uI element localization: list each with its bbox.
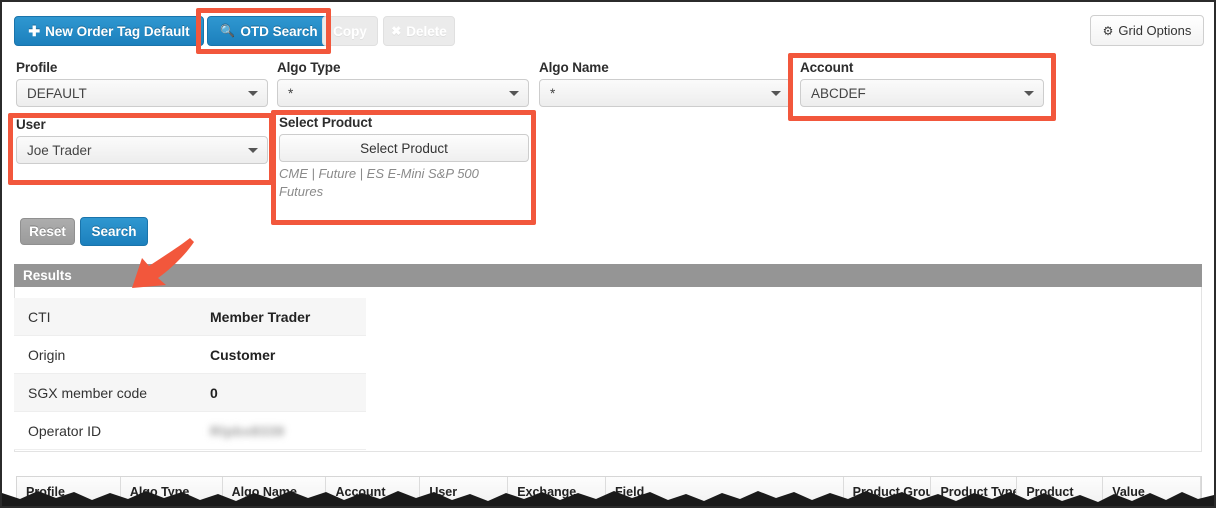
application-window: ✚ New Order Tag Default 🔍 OTD Search Cop…: [0, 0, 1216, 508]
selected-product-text: CME | Future | ES E-Mini S&P 500 Futures: [279, 166, 479, 199]
chevron-down-icon: [248, 91, 258, 96]
delete-button: ✖ Delete: [383, 16, 455, 46]
copy-button: Copy: [322, 16, 378, 46]
result-value: Rlpbx8339: [196, 411, 366, 450]
grid-options-label: Grid Options: [1118, 23, 1192, 38]
result-key: SGX member code: [14, 373, 196, 412]
chevron-down-icon: [771, 91, 781, 96]
copy-label: Copy: [333, 23, 367, 39]
new-order-tag-default-label: New Order Tag Default: [45, 23, 190, 39]
algo-type-select[interactable]: *: [277, 79, 529, 107]
results-table: CTI Member Trader Origin Customer SGX member…: [14, 298, 366, 450]
plus-icon: ✚: [28, 23, 41, 39]
otd-search-label: OTD Search: [240, 23, 318, 39]
otd-search-button[interactable]: 🔍 OTD Search: [207, 16, 331, 46]
toolbar: ✚ New Order Tag Default 🔍 OTD Search Cop…: [2, 2, 1214, 54]
select-product-button-label: Select Product: [360, 140, 448, 156]
table-row: Operator ID Rlpbx8339: [14, 411, 366, 450]
algo-name-value: *: [550, 85, 556, 101]
select-product-button[interactable]: Select Product: [279, 134, 529, 162]
algo-type-value: *: [288, 85, 294, 101]
search-label: Search: [91, 224, 137, 239]
result-key: CTI: [14, 298, 196, 336]
profile-field-group: Profile DEFAULT: [16, 60, 268, 107]
user-value: Joe Trader: [27, 142, 92, 158]
algo-name-field-group: Algo Name *: [539, 60, 791, 107]
algo-name-label: Algo Name: [539, 60, 609, 75]
table-row: CTI Member Trader: [14, 298, 366, 336]
user-select[interactable]: Joe Trader: [16, 136, 268, 164]
chevron-down-icon: [1024, 91, 1034, 96]
result-key: Operator ID: [14, 411, 196, 450]
reset-button[interactable]: Reset: [20, 218, 75, 245]
torn-edge-decoration: [2, 491, 1214, 506]
result-value: 0: [196, 373, 366, 412]
result-value: Member Trader: [196, 298, 366, 336]
result-key: Origin: [14, 335, 196, 374]
account-value: ABCDEF: [811, 85, 866, 101]
results-title: Results: [23, 268, 72, 283]
gear-icon: ⚙: [1102, 23, 1114, 38]
reset-label: Reset: [29, 224, 66, 239]
new-order-tag-default-button[interactable]: ✚ New Order Tag Default: [14, 16, 204, 46]
search-icon: 🔍: [220, 24, 236, 38]
select-product-field-group: Select Product Select Product CME | Futu…: [279, 115, 529, 201]
account-label: Account: [800, 60, 854, 75]
algo-type-label: Algo Type: [277, 60, 341, 75]
select-product-label: Select Product: [279, 115, 373, 130]
times-icon: ✖: [391, 24, 402, 38]
table-row: SGX member code 0: [14, 373, 366, 412]
table-row: Origin Customer: [14, 335, 366, 374]
redacted-value: Rlpbx8339: [210, 422, 285, 439]
algo-name-select[interactable]: *: [539, 79, 791, 107]
account-field-group: Account ABCDEF: [800, 60, 1044, 107]
algo-type-field-group: Algo Type *: [277, 60, 529, 107]
user-field-group: User Joe Trader: [16, 117, 268, 164]
chevron-down-icon: [248, 148, 258, 153]
profile-select[interactable]: DEFAULT: [16, 79, 268, 107]
results-table-body: CTI Member Trader Origin Customer SGX member…: [14, 298, 366, 450]
delete-label: Delete: [406, 23, 447, 39]
profile-value: DEFAULT: [27, 85, 87, 101]
chevron-down-icon: [509, 91, 519, 96]
grid-options-button[interactable]: ⚙ Grid Options: [1090, 15, 1204, 46]
profile-label: Profile: [16, 60, 58, 75]
account-select[interactable]: ABCDEF: [800, 79, 1044, 107]
annotation-arrow-icon: [132, 238, 194, 288]
user-label: User: [16, 117, 46, 132]
result-value: Customer: [196, 335, 366, 374]
